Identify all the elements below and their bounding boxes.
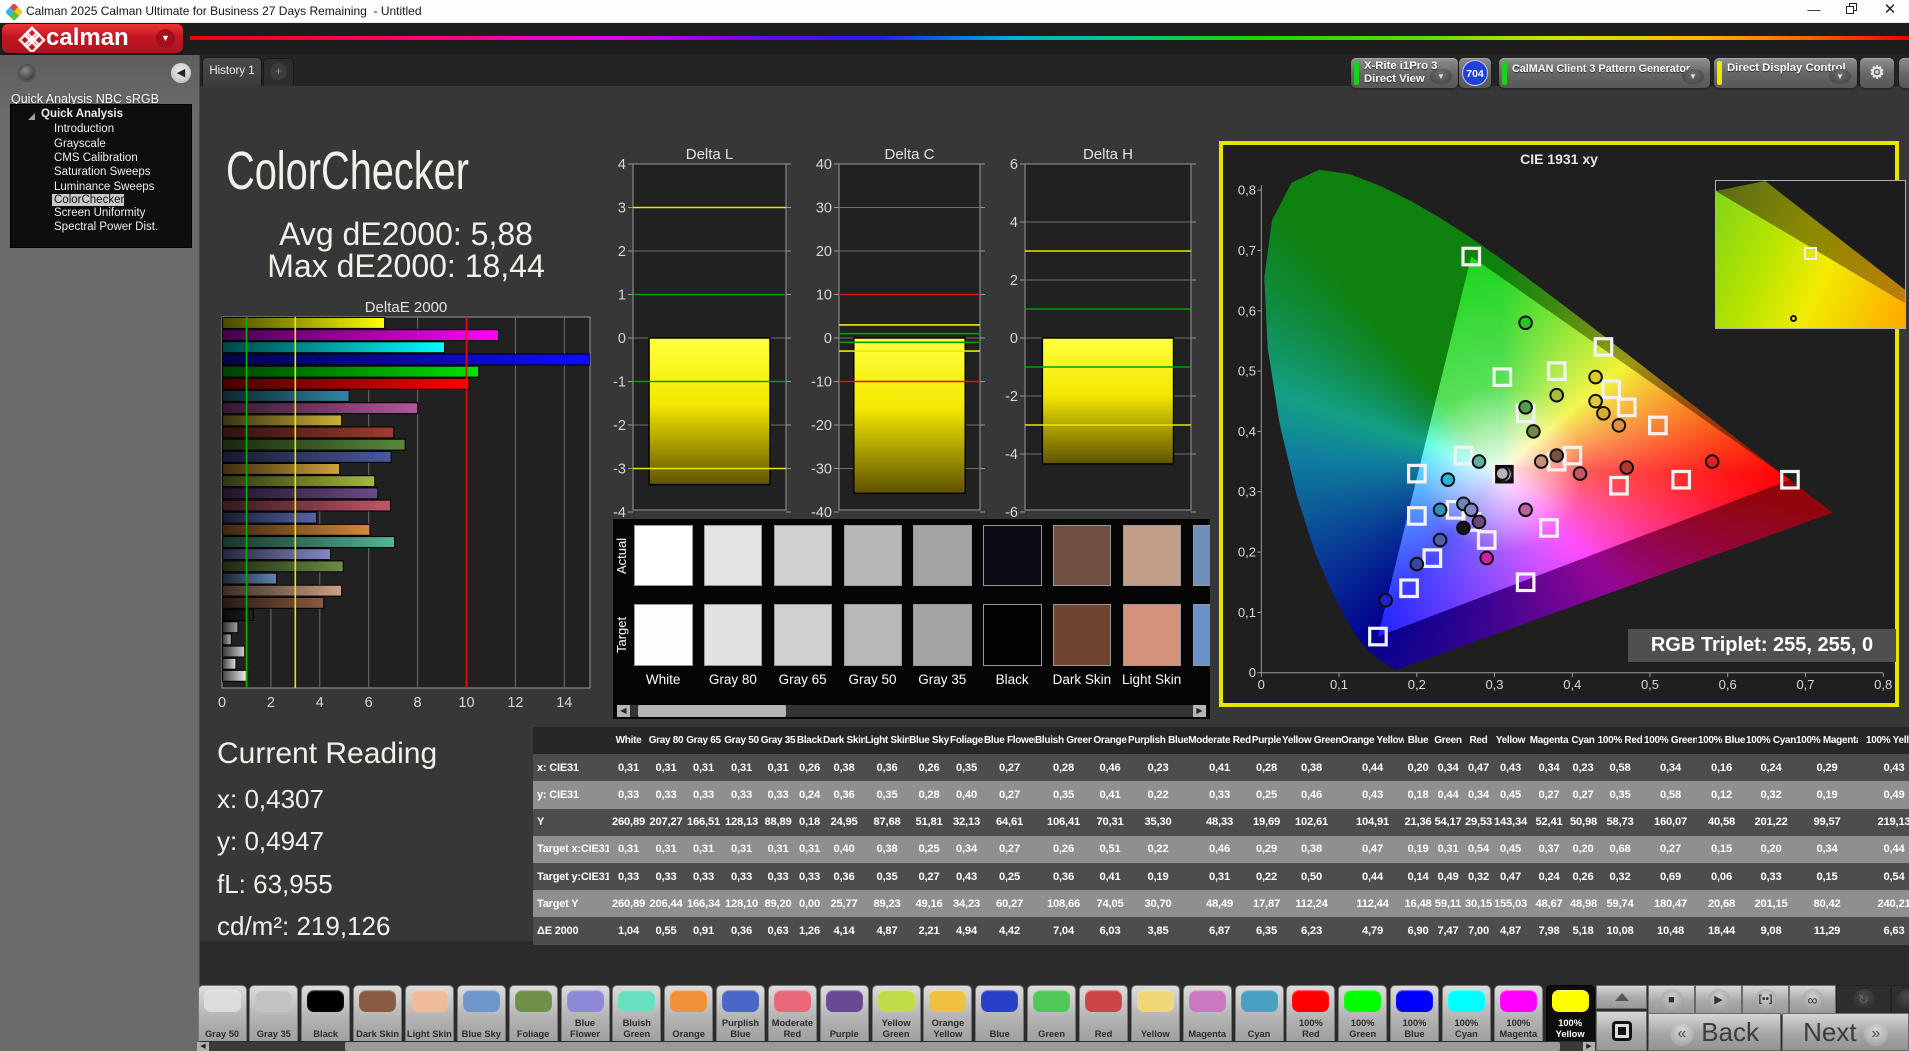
svg-text:2: 2 [267, 695, 275, 711]
svg-text:0,3: 0,3 [1238, 484, 1256, 499]
svg-text:-2: -2 [613, 418, 626, 434]
svg-text:0,7: 0,7 [1238, 243, 1256, 258]
svg-text:0,1: 0,1 [1330, 677, 1348, 692]
svg-text:0: 0 [1249, 665, 1256, 680]
svg-text:-20: -20 [811, 418, 832, 434]
svg-text:0,3: 0,3 [1485, 677, 1503, 692]
svg-text:20: 20 [816, 244, 832, 260]
svg-text:10: 10 [816, 288, 832, 304]
svg-text:0,6: 0,6 [1719, 677, 1737, 692]
svg-text:14: 14 [556, 695, 572, 711]
svg-text:-40: -40 [811, 505, 832, 520]
svg-text:4: 4 [316, 695, 324, 711]
svg-text:-6: -6 [1005, 505, 1018, 520]
svg-text:0,7: 0,7 [1796, 677, 1814, 692]
svg-text:0,8: 0,8 [1238, 183, 1256, 198]
svg-text:0,2: 0,2 [1238, 545, 1256, 560]
svg-text:Delta L: Delta L [686, 146, 734, 163]
svg-text:8: 8 [414, 695, 422, 711]
svg-text:0: 0 [824, 331, 832, 347]
svg-text:-30: -30 [811, 462, 832, 478]
svg-text:Delta C: Delta C [884, 146, 934, 163]
svg-text:0: 0 [218, 695, 226, 711]
svg-text:0,2: 0,2 [1408, 677, 1426, 692]
svg-text:-1: -1 [613, 375, 626, 391]
svg-text:4: 4 [618, 157, 626, 173]
svg-text:0,8: 0,8 [1874, 677, 1892, 692]
svg-text:-4: -4 [613, 505, 626, 520]
svg-text:3: 3 [618, 201, 626, 217]
svg-text:0,5: 0,5 [1238, 364, 1256, 379]
svg-text:30: 30 [816, 201, 832, 217]
svg-text:40: 40 [816, 157, 832, 173]
svg-text:0,4: 0,4 [1238, 424, 1256, 439]
svg-text:0,1: 0,1 [1238, 605, 1256, 620]
svg-text:6: 6 [365, 695, 373, 711]
svg-text:0,6: 0,6 [1238, 303, 1256, 318]
svg-text:0: 0 [1258, 677, 1265, 692]
svg-text:12: 12 [507, 695, 523, 711]
svg-text:-3: -3 [613, 462, 626, 478]
svg-text:Delta H: Delta H [1083, 146, 1133, 163]
svg-text:DeltaE 2000: DeltaE 2000 [365, 299, 448, 316]
svg-text:0,4: 0,4 [1563, 677, 1581, 692]
svg-text:0: 0 [1010, 331, 1018, 347]
svg-text:-10: -10 [811, 375, 832, 391]
svg-text:10: 10 [458, 695, 474, 711]
svg-text:1: 1 [618, 288, 626, 304]
svg-text:ColorChecker: ColorChecker [226, 141, 469, 201]
svg-text:4: 4 [1010, 215, 1018, 231]
svg-text:0: 0 [618, 331, 626, 347]
svg-text:2: 2 [618, 244, 626, 260]
svg-text:0,5: 0,5 [1641, 677, 1659, 692]
svg-text:6: 6 [1010, 157, 1018, 173]
svg-text:-2: -2 [1005, 389, 1018, 405]
svg-text:-4: -4 [1005, 447, 1018, 463]
svg-text:2: 2 [1010, 273, 1018, 289]
